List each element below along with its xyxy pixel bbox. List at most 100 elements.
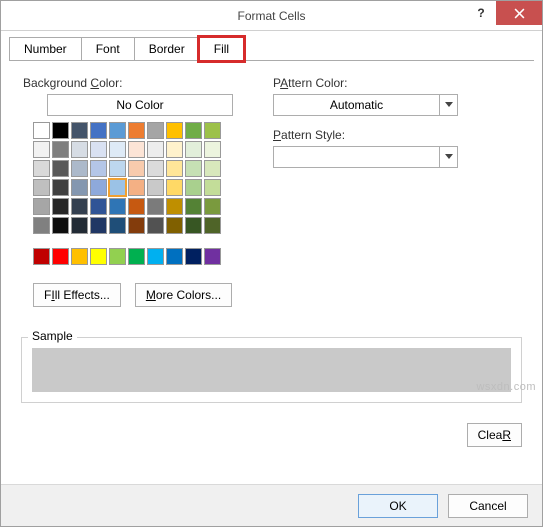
color-swatch[interactable] [52, 122, 69, 139]
color-swatch[interactable] [166, 248, 183, 265]
color-swatch[interactable] [128, 198, 145, 215]
color-swatch[interactable] [109, 160, 126, 177]
color-swatch[interactable] [71, 198, 88, 215]
ok-button[interactable]: OK [358, 494, 438, 518]
standard-color-row [33, 248, 233, 265]
color-swatch[interactable] [185, 179, 202, 196]
color-swatch[interactable] [33, 179, 50, 196]
pattern-color-value: Automatic [274, 95, 439, 115]
color-swatch[interactable] [71, 122, 88, 139]
color-swatch[interactable] [33, 122, 50, 139]
color-swatch[interactable] [33, 198, 50, 215]
color-swatch[interactable] [204, 141, 221, 158]
color-swatch[interactable] [147, 248, 164, 265]
color-swatch[interactable] [185, 198, 202, 215]
color-swatch[interactable] [204, 198, 221, 215]
color-swatch[interactable] [33, 160, 50, 177]
color-swatch[interactable] [90, 141, 107, 158]
color-swatch[interactable] [52, 248, 69, 265]
cancel-button[interactable]: Cancel [448, 494, 528, 518]
pattern-style-label: Pattern Style: [273, 128, 524, 142]
color-swatch[interactable] [128, 217, 145, 234]
color-swatch[interactable] [204, 248, 221, 265]
color-swatch[interactable] [166, 179, 183, 196]
color-swatch[interactable] [33, 248, 50, 265]
sample-label: Sample [28, 329, 77, 343]
color-swatch[interactable] [33, 217, 50, 234]
tab-font[interactable]: Font [81, 37, 135, 61]
titlebar: Format Cells ? [1, 1, 542, 31]
color-swatch[interactable] [71, 179, 88, 196]
color-swatch[interactable] [128, 179, 145, 196]
color-swatch[interactable] [166, 160, 183, 177]
color-swatch[interactable] [71, 248, 88, 265]
color-swatch[interactable] [128, 141, 145, 158]
color-swatch[interactable] [147, 160, 164, 177]
color-swatch[interactable] [52, 141, 69, 158]
color-swatch[interactable] [185, 217, 202, 234]
no-color-button[interactable]: No Color [47, 94, 233, 116]
dialog-footer: OK Cancel [1, 484, 542, 526]
color-swatch[interactable] [204, 122, 221, 139]
theme-color-grid [33, 122, 221, 234]
pattern-color-combo[interactable]: Automatic [273, 94, 458, 116]
format-cells-dialog: Format Cells ? Number Font Border Fill B… [0, 0, 543, 527]
color-swatch[interactable] [109, 141, 126, 158]
color-swatch[interactable] [90, 198, 107, 215]
more-colors-button[interactable]: More Colors... [135, 283, 232, 307]
color-swatch[interactable] [52, 160, 69, 177]
color-swatch[interactable] [166, 217, 183, 234]
chevron-down-icon[interactable] [439, 95, 457, 115]
pattern-style-combo[interactable] [273, 146, 458, 168]
color-swatch[interactable] [90, 122, 107, 139]
background-color-section: Background Color: No Color FIll Effects.… [23, 76, 233, 307]
tab-fill[interactable]: Fill [199, 37, 244, 61]
color-swatch[interactable] [71, 160, 88, 177]
color-swatch[interactable] [52, 179, 69, 196]
color-swatch[interactable] [204, 217, 221, 234]
color-swatch[interactable] [52, 198, 69, 215]
color-swatch[interactable] [52, 217, 69, 234]
color-swatch[interactable] [128, 160, 145, 177]
color-swatch[interactable] [204, 160, 221, 177]
sample-preview [32, 348, 511, 392]
color-swatch[interactable] [71, 217, 88, 234]
color-swatch[interactable] [147, 179, 164, 196]
color-swatch[interactable] [185, 248, 202, 265]
color-swatch[interactable] [185, 141, 202, 158]
color-swatch[interactable] [166, 198, 183, 215]
color-swatch[interactable] [185, 122, 202, 139]
watermark: wsxdn.com [476, 381, 536, 393]
color-swatch[interactable] [147, 198, 164, 215]
color-swatch[interactable] [90, 217, 107, 234]
color-swatch[interactable] [109, 122, 126, 139]
color-swatch[interactable] [109, 198, 126, 215]
color-swatch[interactable] [128, 248, 145, 265]
fill-effects-button[interactable]: FIll Effects... [33, 283, 121, 307]
color-swatch[interactable] [33, 141, 50, 158]
color-swatch[interactable] [109, 248, 126, 265]
sample-fieldset: Sample [21, 337, 522, 403]
close-button[interactable] [496, 1, 542, 25]
color-swatch[interactable] [90, 179, 107, 196]
color-swatch[interactable] [90, 248, 107, 265]
clear-button[interactable]: CleaR [467, 423, 522, 447]
color-swatch[interactable] [147, 141, 164, 158]
color-swatch[interactable] [185, 160, 202, 177]
tab-strip: Number Font Border Fill [1, 31, 542, 61]
color-swatch[interactable] [128, 122, 145, 139]
color-swatch[interactable] [166, 141, 183, 158]
color-swatch[interactable] [90, 160, 107, 177]
color-swatch[interactable] [71, 141, 88, 158]
color-swatch[interactable] [109, 179, 126, 196]
tab-number[interactable]: Number [9, 37, 82, 61]
color-swatch[interactable] [204, 179, 221, 196]
color-swatch[interactable] [147, 122, 164, 139]
background-color-label: Background Color: [23, 76, 233, 90]
chevron-down-icon[interactable] [439, 147, 457, 167]
tab-border[interactable]: Border [134, 37, 200, 61]
color-swatch[interactable] [109, 217, 126, 234]
color-swatch[interactable] [166, 122, 183, 139]
color-swatch[interactable] [147, 217, 164, 234]
help-button[interactable]: ? [466, 1, 496, 25]
